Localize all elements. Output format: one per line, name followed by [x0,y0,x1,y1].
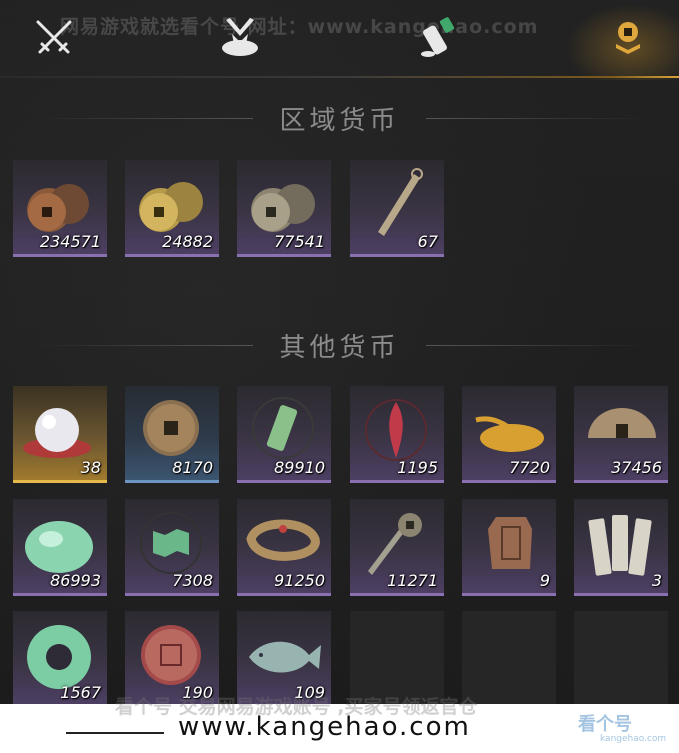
currency-tile[interactable]: 8170 [125,386,219,483]
currency-tile[interactable]: 7308 [125,499,219,596]
empty-slot [350,611,444,705]
currency-count: 91250 [274,571,325,590]
currency-count: 77541 [274,232,325,251]
currency-tile[interactable]: 1195 [350,386,444,483]
watermark-site: www.kangehao.com [178,712,471,742]
currency-tile[interactable]: 38 [13,386,107,483]
currency-tile[interactable]: 67 [350,160,444,257]
section-header-other: 其他货币 [0,325,679,365]
currency-tile[interactable]: 86993 [13,499,107,596]
divider [33,344,254,346]
section-title-other: 其他货币 [279,332,400,363]
currency-tile[interactable]: 37456 [574,386,668,483]
watermark-logo: 看个号 [578,714,632,735]
currency-tile[interactable]: 3 [574,499,668,596]
currency-count: 1567 [60,683,101,702]
currency-tile[interactable]: 11271 [350,499,444,596]
currency-tile[interactable]: 9 [462,499,556,596]
bottom-watermark-bar: 看个号 交易网易游戏账号 ,买家号领返官仓 www.kangehao.com 看… [0,696,679,753]
bundle-icon [216,14,264,66]
tab-items[interactable] [210,8,270,72]
currency-tile[interactable]: 89910 [237,386,331,483]
currency-count: 234571 [39,232,101,251]
divider [425,117,646,119]
divider [33,117,254,119]
empty-slot [462,611,556,705]
empty-slot [574,611,668,705]
tab-currency[interactable] [598,8,658,72]
currency-count: 37456 [611,458,662,477]
section-title-regional: 区域货币 [279,105,400,136]
section-header-regional: 区域货币 [0,98,679,138]
currency-tile[interactable]: 234571 [13,160,107,257]
divider [425,344,646,346]
currency-tile[interactable]: 91250 [237,499,331,596]
tab-bar: 网易游戏就选看个号 网址：www.kangehao.com [0,0,679,80]
currency-count: 8170 [172,458,213,477]
currency-count: 89910 [274,458,325,477]
tab-quests[interactable] [408,8,468,72]
currency-tile[interactable]: 24882 [125,160,219,257]
divider [66,732,164,734]
currency-coins-icon [604,14,652,66]
tab-underline [0,76,679,78]
currency-count: 86993 [50,571,101,590]
currency-count: 1195 [397,458,438,477]
currency-tile[interactable]: 77541 [237,160,331,257]
currency-count: 7720 [509,458,550,477]
currency-tile[interactable]: 7720 [462,386,556,483]
currency-count: 38 [80,458,101,477]
currency-count: 24882 [162,232,213,251]
currency-tile[interactable]: 1567 [13,611,107,708]
currency-count: 9 [539,571,550,590]
crossed-swords-icon [30,14,78,66]
scroll-icon [414,14,462,66]
watermark-logo-sub: kangehao.com [600,734,667,744]
currency-count: 11271 [387,571,438,590]
currency-count: 3 [651,571,662,590]
tab-combat[interactable] [24,8,84,72]
currency-count: 7308 [172,571,213,590]
currency-count: 67 [417,232,438,251]
